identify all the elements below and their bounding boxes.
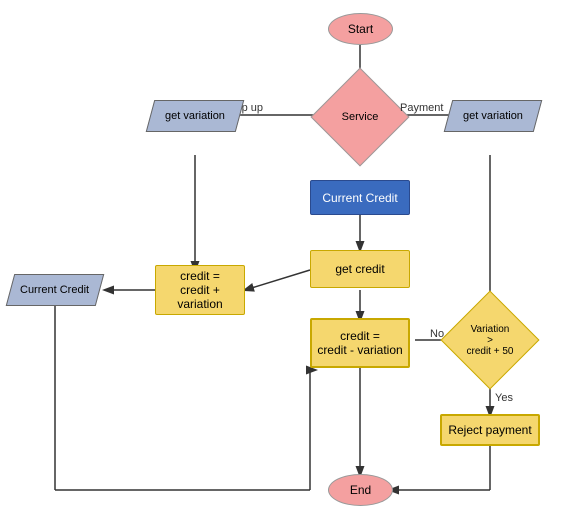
arrows — [0, 0, 583, 530]
reject-payment: Reject payment — [440, 414, 540, 446]
current-credit-blue: Current Credit — [310, 180, 410, 215]
get-variation-left: get variation — [146, 100, 245, 132]
reject-payment-label: Reject payment — [448, 423, 531, 437]
no-label: No — [430, 328, 444, 340]
start-node: Start — [328, 13, 393, 45]
yes-label: Yes — [495, 392, 513, 404]
service-diamond: Service — [325, 82, 395, 152]
credit-add: credit = credit + variation — [155, 265, 245, 315]
get-variation-right: get variation — [444, 100, 543, 132]
end-node: End — [328, 474, 393, 506]
variation-label: Variation > credit + 50 — [467, 324, 514, 357]
variation-diamond: Variation > credit + 50 — [450, 300, 530, 380]
get-credit-label: get credit — [335, 262, 384, 276]
payment-label: Payment — [400, 102, 443, 114]
current-credit-blue-label: Current Credit — [322, 191, 397, 205]
flowchart: Start Service Top up Payment get variati… — [0, 0, 583, 530]
get-variation-left-label: get variation — [165, 110, 225, 122]
get-credit: get credit — [310, 250, 410, 288]
credit-add-label: credit = credit + variation — [156, 269, 244, 311]
get-variation-right-label: get variation — [463, 110, 523, 122]
current-credit-left: Current Credit — [6, 274, 105, 306]
service-label: Service — [342, 111, 379, 123]
current-credit-left-label: Current Credit — [20, 284, 89, 296]
credit-sub-label: credit = credit - variation — [317, 329, 402, 357]
end-label: End — [350, 483, 371, 497]
credit-sub: credit = credit - variation — [310, 318, 410, 368]
start-label: Start — [348, 22, 373, 36]
